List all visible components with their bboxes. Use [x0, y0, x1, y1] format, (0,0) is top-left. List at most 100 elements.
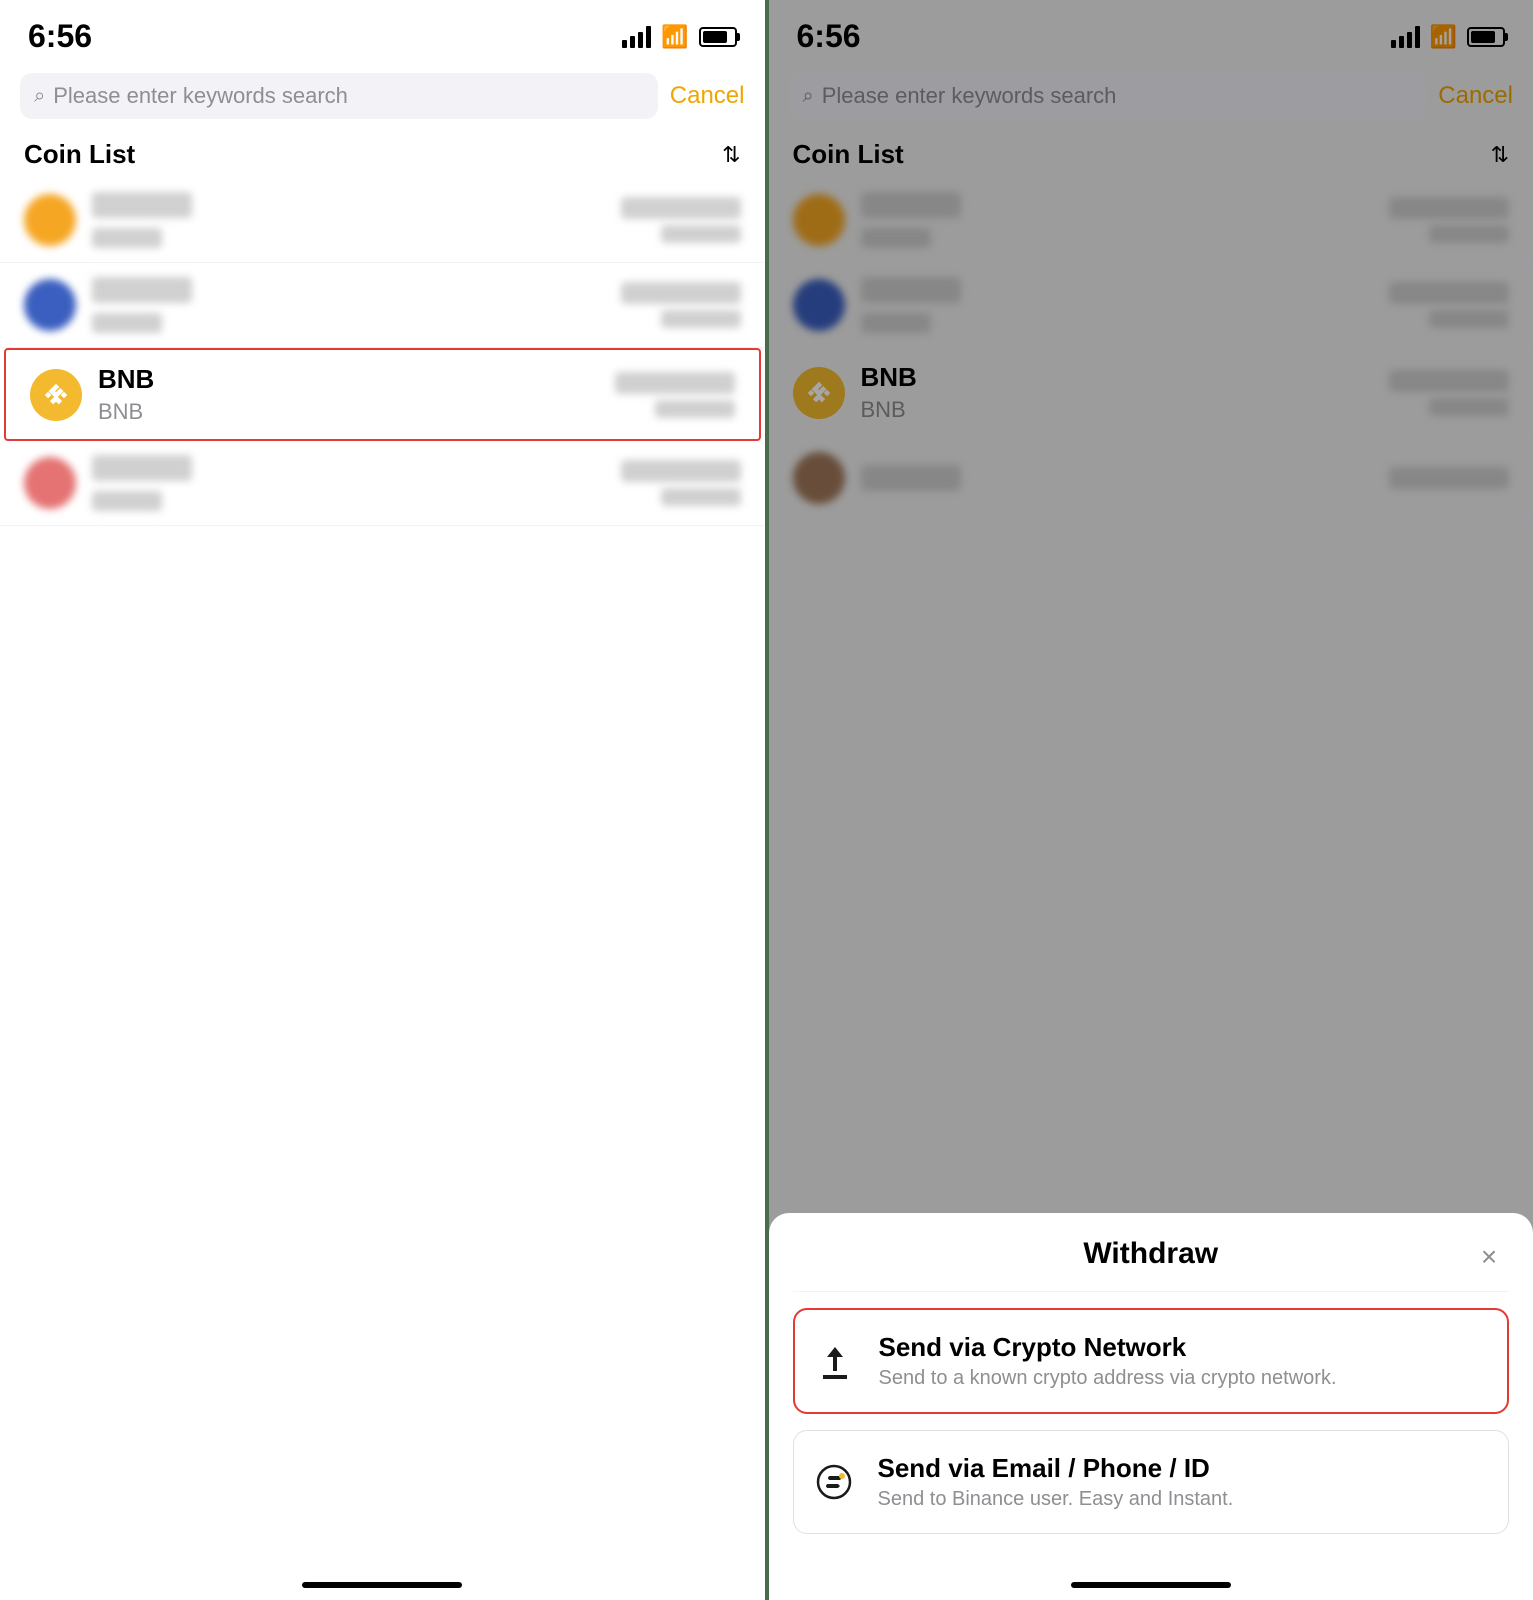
- sheet-header: Withdraw ×: [793, 1237, 1510, 1292]
- right-bnb-symbol: BNB: [861, 397, 1374, 423]
- left-coin-list-title: Coin List: [24, 139, 135, 170]
- coin-icon: [793, 279, 845, 331]
- email-option-text: Send via Email / Phone / ID Send to Bina…: [878, 1453, 1234, 1511]
- coin-info: [861, 465, 1374, 491]
- sheet-close-button[interactable]: ×: [1469, 1237, 1509, 1277]
- coin-info: [92, 277, 605, 333]
- coin-icon: [24, 194, 76, 246]
- bnb-coin-item[interactable]: BNB BNB: [4, 348, 761, 441]
- crypto-option-text: Send via Crypto Network Send to a known …: [879, 1332, 1337, 1390]
- upload-icon-container: [811, 1337, 859, 1385]
- left-signal-icon: [622, 26, 651, 48]
- coin-value-blur: [1389, 282, 1509, 304]
- left-search-icon: ⌕: [34, 85, 45, 108]
- left-status-icons: 📶: [622, 24, 736, 50]
- coin-info: [92, 455, 605, 511]
- bnb-icon: [30, 369, 82, 421]
- right-bnb-coin-item: BNB BNB: [769, 348, 1533, 438]
- send-email-option[interactable]: Send via Email / Phone / ID Send to Bina…: [793, 1430, 1510, 1534]
- coin-right: [1389, 467, 1509, 489]
- right-search-input-container[interactable]: ⌕ Please enter keywords search: [789, 73, 1427, 119]
- table-row[interactable]: [0, 263, 765, 348]
- bnb-value-blur: [615, 372, 735, 394]
- left-coin-list: BNB BNB: [0, 178, 765, 1550]
- bnb-info: BNB BNB: [98, 364, 599, 425]
- table-row[interactable]: [0, 441, 765, 526]
- coin-icon: [793, 194, 845, 246]
- coin-name-blur: [861, 192, 961, 218]
- sheet-title: Withdraw: [1083, 1237, 1218, 1271]
- right-status-bar: 6:56 📶: [769, 0, 1533, 65]
- right-time: 6:56: [797, 18, 861, 55]
- coin-name-blur: [861, 277, 961, 303]
- left-home-indicator: [0, 1550, 765, 1600]
- right-search-placeholder: Please enter keywords search: [822, 83, 1117, 109]
- right-status-icons: 📶: [1391, 24, 1505, 50]
- left-phone-panel: 6:56 📶 ⌕ Please enter keywords search Ca…: [0, 0, 765, 1600]
- crypto-option-desc: Send to a known crypto address via crypt…: [879, 1367, 1337, 1390]
- coin-name-blur: [92, 192, 192, 218]
- coin-icon: [793, 452, 845, 504]
- coin-icon: [24, 457, 76, 509]
- right-coin-list-title: Coin List: [793, 139, 904, 170]
- sheet-bottom-spacer: [793, 1550, 1510, 1600]
- coin-value-blur: [621, 460, 741, 482]
- coin-change-blur: [1429, 310, 1509, 328]
- right-bnb-icon: [793, 367, 845, 419]
- right-content: 6:56 📶 ⌕ Please enter keywords search: [769, 0, 1533, 1600]
- bnb-change-blur: [655, 400, 735, 418]
- coin-icon: [24, 279, 76, 331]
- bnb-right: [615, 372, 735, 418]
- coin-change-blur: [661, 310, 741, 328]
- coin-symbol-blur: [92, 491, 162, 511]
- coin-symbol-blur: [92, 228, 162, 248]
- right-battery-icon: [1467, 27, 1505, 47]
- left-search-bar: ⌕ Please enter keywords search Cancel: [0, 65, 765, 127]
- right-wifi-icon: 📶: [1430, 24, 1457, 50]
- right-bnb-info: BNB BNB: [861, 362, 1374, 423]
- coin-symbol-blur: [861, 313, 931, 333]
- right-cancel-button[interactable]: Cancel: [1438, 82, 1513, 110]
- right-bnb-change-blur: [1429, 398, 1509, 416]
- coin-right: [621, 282, 741, 328]
- right-search-icon: ⌕: [803, 85, 814, 108]
- table-row[interactable]: [0, 178, 765, 263]
- left-wifi-icon: 📶: [661, 24, 688, 50]
- left-cancel-button[interactable]: Cancel: [670, 82, 745, 110]
- table-row: [769, 263, 1533, 348]
- coin-right: [1389, 197, 1509, 243]
- email-option-title: Send via Email / Phone / ID: [878, 1453, 1234, 1484]
- right-sort-icon[interactable]: ⇅: [1491, 142, 1509, 168]
- bnb-symbol: BNB: [98, 399, 599, 425]
- crypto-option-title: Send via Crypto Network: [879, 1332, 1337, 1363]
- coin-symbol-blur: [861, 228, 931, 248]
- coin-info: [861, 277, 1374, 333]
- left-sort-icon[interactable]: ⇅: [722, 142, 740, 168]
- table-row: [769, 178, 1533, 263]
- coin-value-blur: [1389, 197, 1509, 219]
- coin-change-blur: [661, 488, 741, 506]
- left-search-input-container[interactable]: ⌕ Please enter keywords search: [20, 73, 658, 119]
- bnb-name: BNB: [98, 364, 599, 395]
- left-battery-icon: [699, 27, 737, 47]
- right-bnb-right: [1389, 370, 1509, 416]
- left-search-placeholder: Please enter keywords search: [53, 83, 348, 109]
- coin-value-blur: [621, 282, 741, 304]
- coin-name-blur: [92, 455, 192, 481]
- coin-right: [621, 197, 741, 243]
- coin-right: [621, 460, 741, 506]
- coin-info: [861, 192, 1374, 248]
- tag-icon: [814, 1462, 854, 1502]
- withdraw-bottom-sheet: Withdraw × Send via Crypto Network Send …: [769, 1213, 1533, 1600]
- left-status-bar: 6:56 📶: [0, 0, 765, 65]
- right-home-bar: [1071, 1582, 1231, 1588]
- coin-change-blur: [1429, 225, 1509, 243]
- email-option-desc: Send to Binance user. Easy and Instant.: [878, 1488, 1234, 1511]
- coin-change-blur: [661, 225, 741, 243]
- right-bnb-value-blur: [1389, 370, 1509, 392]
- send-crypto-option[interactable]: Send via Crypto Network Send to a known …: [793, 1308, 1510, 1414]
- coin-name-blur: [92, 277, 192, 303]
- left-time: 6:56: [28, 18, 92, 55]
- coin-info: [92, 192, 605, 248]
- right-search-bar: ⌕ Please enter keywords search Cancel: [769, 65, 1533, 127]
